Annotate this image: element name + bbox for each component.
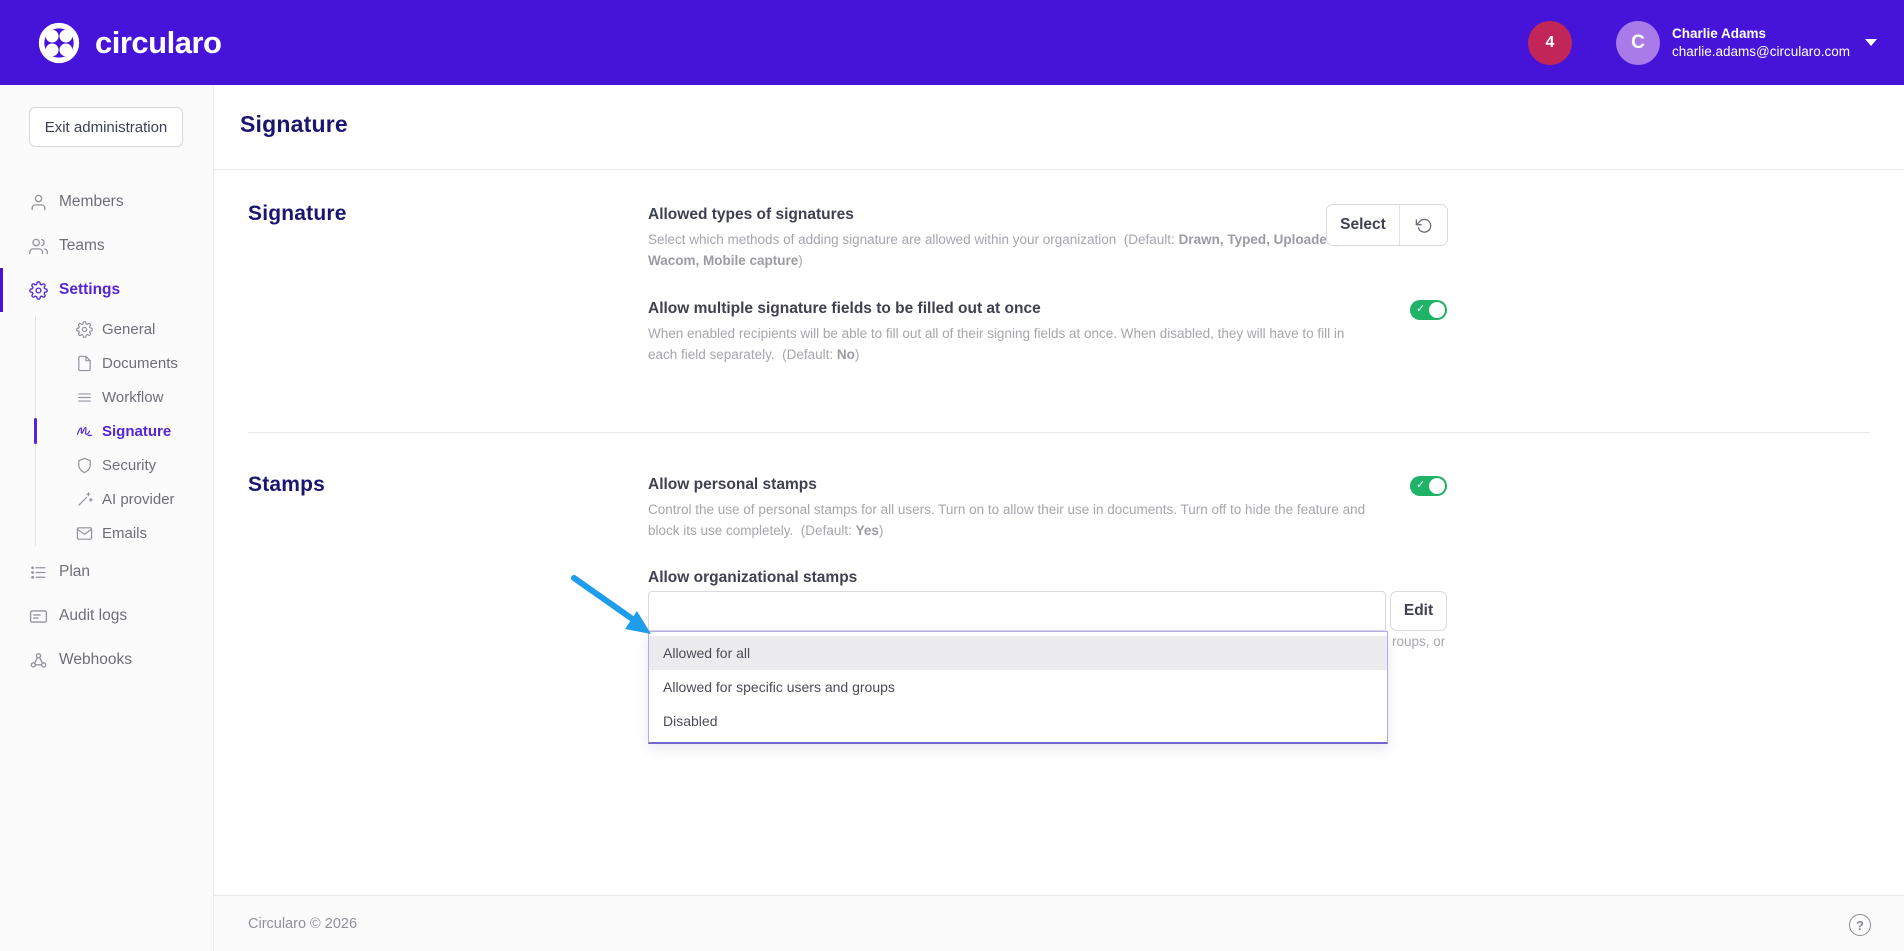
workflow-icon [76,389,93,406]
user-name: Charlie Adams [1672,25,1850,43]
sidebar-item-label: Members [59,193,124,211]
gear-icon [76,321,93,338]
setting-description-allowed-types: Select which methods of adding signature… [648,229,1368,271]
wand-icon [76,491,93,508]
toggle-personal-stamps[interactable]: ✓ [1410,476,1447,496]
exit-administration-button[interactable]: Exit administration [29,107,183,147]
chevron-down-icon[interactable] [1864,38,1878,47]
user-menu[interactable]: Charlie Adams charlie.adams@circularo.co… [1672,25,1850,61]
sidebar-subitem-signature[interactable]: Signature [0,414,214,448]
sidebar-item-label: Emails [102,525,147,542]
check-icon: ✓ [1416,478,1425,491]
header-divider [214,169,1904,170]
footer [214,895,1904,951]
brand[interactable]: circularo [37,21,221,65]
dropdown-option-disabled[interactable]: Disabled [649,704,1387,738]
setting-label-multiple-fields: Allow multiple signature fields to be fi… [648,300,1041,318]
users-icon [29,237,48,256]
circularo-logo-icon [37,21,81,65]
main-content: Signature Signature Allowed types of sig… [214,85,1904,951]
envelope-icon [76,525,93,542]
sidebar-item-label: Webhooks [59,651,132,669]
sidebar-subitem-general[interactable]: General [0,312,214,346]
sidebar-item-label: Audit logs [59,607,127,625]
notification-badge[interactable]: 4 [1528,21,1572,65]
question-icon: ? [1856,918,1864,933]
edit-button[interactable]: Edit [1390,591,1447,631]
setting-label-organizational-stamps: Allow organizational stamps [648,569,857,587]
sidebar-item-label: Signature [102,423,171,440]
shield-icon [76,457,93,474]
organizational-stamps-dropdown: Allowed for all Allowed for specific use… [648,631,1388,744]
sidebar-item-label: Documents [102,355,178,372]
sidebar-subitem-emails[interactable]: Emails [0,516,214,550]
help-button[interactable]: ? [1849,914,1871,936]
sidebar-item-plan[interactable]: Plan [0,550,214,594]
sidebar-subitem-security[interactable]: Security [0,448,214,482]
sidebar-item-members[interactable]: Members [0,180,214,224]
gear-icon [29,281,48,300]
app-header: circularo 4 C Charlie Adams charlie.adam… [0,0,1904,85]
toggle-knob [1429,302,1445,318]
sidebar-item-label: Teams [59,237,105,255]
sidebar-item-label: Workflow [102,389,163,406]
section-heading-signature: Signature [248,202,347,226]
sidebar-item-teams[interactable]: Teams [0,224,214,268]
annotation-arrow [565,572,661,638]
setting-description-personal-stamps: Control the use of personal stamps for a… [648,499,1368,541]
organizational-stamps-select[interactable] [648,591,1386,631]
setting-label-personal-stamps: Allow personal stamps [648,476,817,494]
sidebar-subitem-documents[interactable]: Documents [0,346,214,380]
webhook-icon [29,651,48,670]
signature-icon [76,423,93,440]
sidebar-item-label: Plan [59,563,90,581]
sidebar-item-label: Settings [59,281,120,299]
sidebar-item-label: Security [102,457,156,474]
dropdown-option-allowed-for-specific[interactable]: Allowed for specific users and groups [649,670,1387,704]
dropdown-option-allowed-for-all[interactable]: Allowed for all [649,636,1387,670]
sidebar-subitem-workflow[interactable]: Workflow [0,380,214,414]
footer-copyright: Circularo © 2026 [248,916,357,932]
sidebar-item-webhooks[interactable]: Webhooks [0,638,214,682]
sidebar-item-settings[interactable]: Settings [0,268,214,312]
document-icon [76,355,93,372]
section-heading-stamps: Stamps [248,473,325,497]
sidebar-subitem-ai-provider[interactable]: AI provider [0,482,214,516]
select-button[interactable]: Select [1327,205,1400,245]
page-title: Signature [240,111,348,138]
list-icon [29,563,48,582]
setting-description-multiple-fields: When enabled recipients will be able to … [648,323,1368,365]
section-divider [248,432,1870,433]
audit-log-icon [29,607,48,626]
avatar[interactable]: C [1616,21,1660,65]
setting-label-allowed-types: Allowed types of signatures [648,206,854,224]
sidebar-item-audit-logs[interactable]: Audit logs [0,594,214,638]
obscured-description-fragment: roups, or [1392,634,1445,649]
sidebar: Exit administration Members Teams Settin… [0,85,214,951]
undo-icon [1414,216,1433,235]
toggle-multiple-fields[interactable]: ✓ [1410,300,1447,320]
sidebar-item-label: AI provider [102,491,175,508]
sidebar-item-label: General [102,321,155,338]
user-email: charlie.adams@circularo.com [1672,43,1850,61]
user-icon [29,193,48,212]
reset-button[interactable] [1400,205,1447,245]
toggle-knob [1429,478,1445,494]
allowed-types-control: Select [1326,204,1448,246]
check-icon: ✓ [1416,302,1425,315]
brand-name: circularo [95,25,221,61]
